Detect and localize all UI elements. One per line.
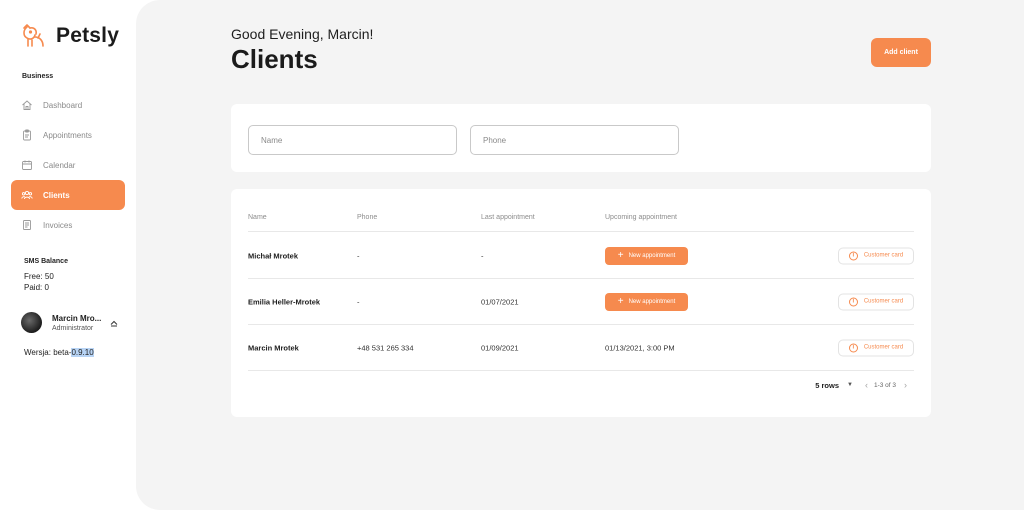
info-icon: i xyxy=(848,251,858,260)
column-header-last-appointment[interactable]: Last appointment xyxy=(481,214,535,221)
filter-card xyxy=(231,104,931,172)
dog-logo-icon xyxy=(23,24,44,47)
avatar[interactable] xyxy=(21,312,42,333)
chevron-right-icon[interactable]: › xyxy=(904,380,907,390)
client-name: Michał Mrotek xyxy=(248,251,299,260)
sidebar-item-appointments[interactable]: Appointments xyxy=(11,120,125,150)
add-client-button[interactable]: Add client xyxy=(871,38,931,67)
sidebar-item-clients[interactable]: Clients xyxy=(11,180,125,210)
client-phone: - xyxy=(357,297,360,306)
rows-per-page-value: 5 rows xyxy=(815,380,839,390)
greeting: Good Evening, Marcin! xyxy=(231,26,374,42)
last-appointment: 01/07/2021 xyxy=(481,297,519,306)
client-phone: +48 531 265 334 xyxy=(357,343,414,352)
last-appointment: - xyxy=(481,251,484,260)
chevron-left-icon[interactable]: ‹ xyxy=(865,380,868,390)
table-row[interactable]: Emilia Heller-Mrotek - 01/07/2021 + New a… xyxy=(248,279,914,325)
logo[interactable]: Petsly xyxy=(20,22,119,50)
table-row[interactable]: Marcin Mrotek +48 531 265 334 01/09/2021… xyxy=(248,325,914,371)
pagination: 5 rows ▼ ‹ 1-3 of 3 › xyxy=(815,380,907,390)
user-name: Marcin Mro... xyxy=(52,313,102,323)
sidebar: Petsly Business Dashboard Appointments C… xyxy=(0,0,136,510)
client-phone: - xyxy=(357,251,360,260)
sidebar-item-label: Dashboard xyxy=(43,100,83,110)
customer-card-button[interactable]: i Customer card xyxy=(838,293,914,310)
info-icon: i xyxy=(848,343,858,352)
client-name: Marcin Mrotek xyxy=(248,343,299,352)
column-header-upcoming-appointment[interactable]: Upcoming appointment xyxy=(605,214,677,221)
customer-card-label: Customer card xyxy=(863,298,904,305)
sidebar-item-invoices[interactable]: Invoices xyxy=(11,210,125,240)
sms-balance-title: SMS Balance xyxy=(24,258,68,265)
column-header-phone[interactable]: Phone xyxy=(357,214,377,221)
home-icon xyxy=(21,99,33,111)
caret-down-icon: ▼ xyxy=(847,382,853,388)
name-filter-input[interactable] xyxy=(248,125,457,155)
new-appointment-label: New appointment xyxy=(628,298,676,305)
sidebar-item-calendar[interactable]: Calendar xyxy=(11,150,125,180)
brand-name: Petsly xyxy=(56,24,120,47)
user-text: Marcin Mro... Administrator xyxy=(52,314,101,332)
clients-table: Name Phone Last appointment Upcoming app… xyxy=(231,189,931,417)
sms-paid: Paid: 0 xyxy=(24,283,49,292)
table-header: Name Phone Last appointment Upcoming app… xyxy=(248,214,914,232)
sidebar-item-label: Invoices xyxy=(43,220,73,230)
plus-icon: + xyxy=(617,295,624,307)
version-prefix: Wersja: beta- xyxy=(24,348,72,357)
rows-per-page-select[interactable]: 5 rows ▼ xyxy=(815,381,853,390)
page-title: Clients xyxy=(231,44,318,74)
client-name: Emilia Heller-Mrotek xyxy=(248,297,321,306)
info-icon: i xyxy=(848,297,858,306)
app: Petsly Business Dashboard Appointments C… xyxy=(0,0,1024,510)
column-header-name[interactable]: Name xyxy=(248,214,267,221)
user-profile[interactable]: Marcin Mro... Administrator xyxy=(21,312,119,333)
main-content: Good Evening, Marcin! Clients Add client… xyxy=(136,0,1024,510)
table-row[interactable]: Michał Mrotek - - + New appointment i Cust… xyxy=(248,233,914,279)
invoice-icon xyxy=(21,219,33,231)
customer-card-label: Customer card xyxy=(863,344,904,351)
sidebar-item-label: Calendar xyxy=(43,160,76,170)
section-label-business: Business xyxy=(22,73,54,80)
phone-filter-input[interactable] xyxy=(470,125,679,155)
version-number: 0.9.10 xyxy=(71,348,94,357)
sms-free: Free: 50 xyxy=(24,272,54,281)
pagination-range: 1-3 of 3 xyxy=(873,381,896,389)
chevron-up-icon[interactable] xyxy=(109,318,119,328)
user-role: Administrator xyxy=(52,324,94,332)
clipboard-icon xyxy=(21,129,33,141)
customer-card-label: Customer card xyxy=(863,252,904,259)
sidebar-item-dashboard[interactable]: Dashboard xyxy=(11,90,125,120)
new-appointment-label: New appointment xyxy=(628,252,676,259)
new-appointment-button[interactable]: + New appointment xyxy=(605,246,688,265)
calendar-icon xyxy=(21,159,33,171)
upcoming-appointment: 01/13/2021, 3:00 PM xyxy=(605,343,675,352)
sidebar-nav: Dashboard Appointments Calendar Clients xyxy=(11,90,125,240)
version-text: Wersja: beta-0.9.10 xyxy=(24,348,94,357)
users-icon xyxy=(21,189,33,201)
customer-card-button[interactable]: i Customer card xyxy=(838,247,914,264)
last-appointment: 01/09/2021 xyxy=(481,343,519,352)
new-appointment-button[interactable]: + New appointment xyxy=(605,292,688,311)
customer-card-button[interactable]: i Customer card xyxy=(838,339,914,356)
sidebar-item-label: Appointments xyxy=(43,130,92,140)
sidebar-item-label: Clients xyxy=(43,190,70,200)
plus-icon: + xyxy=(617,249,624,261)
